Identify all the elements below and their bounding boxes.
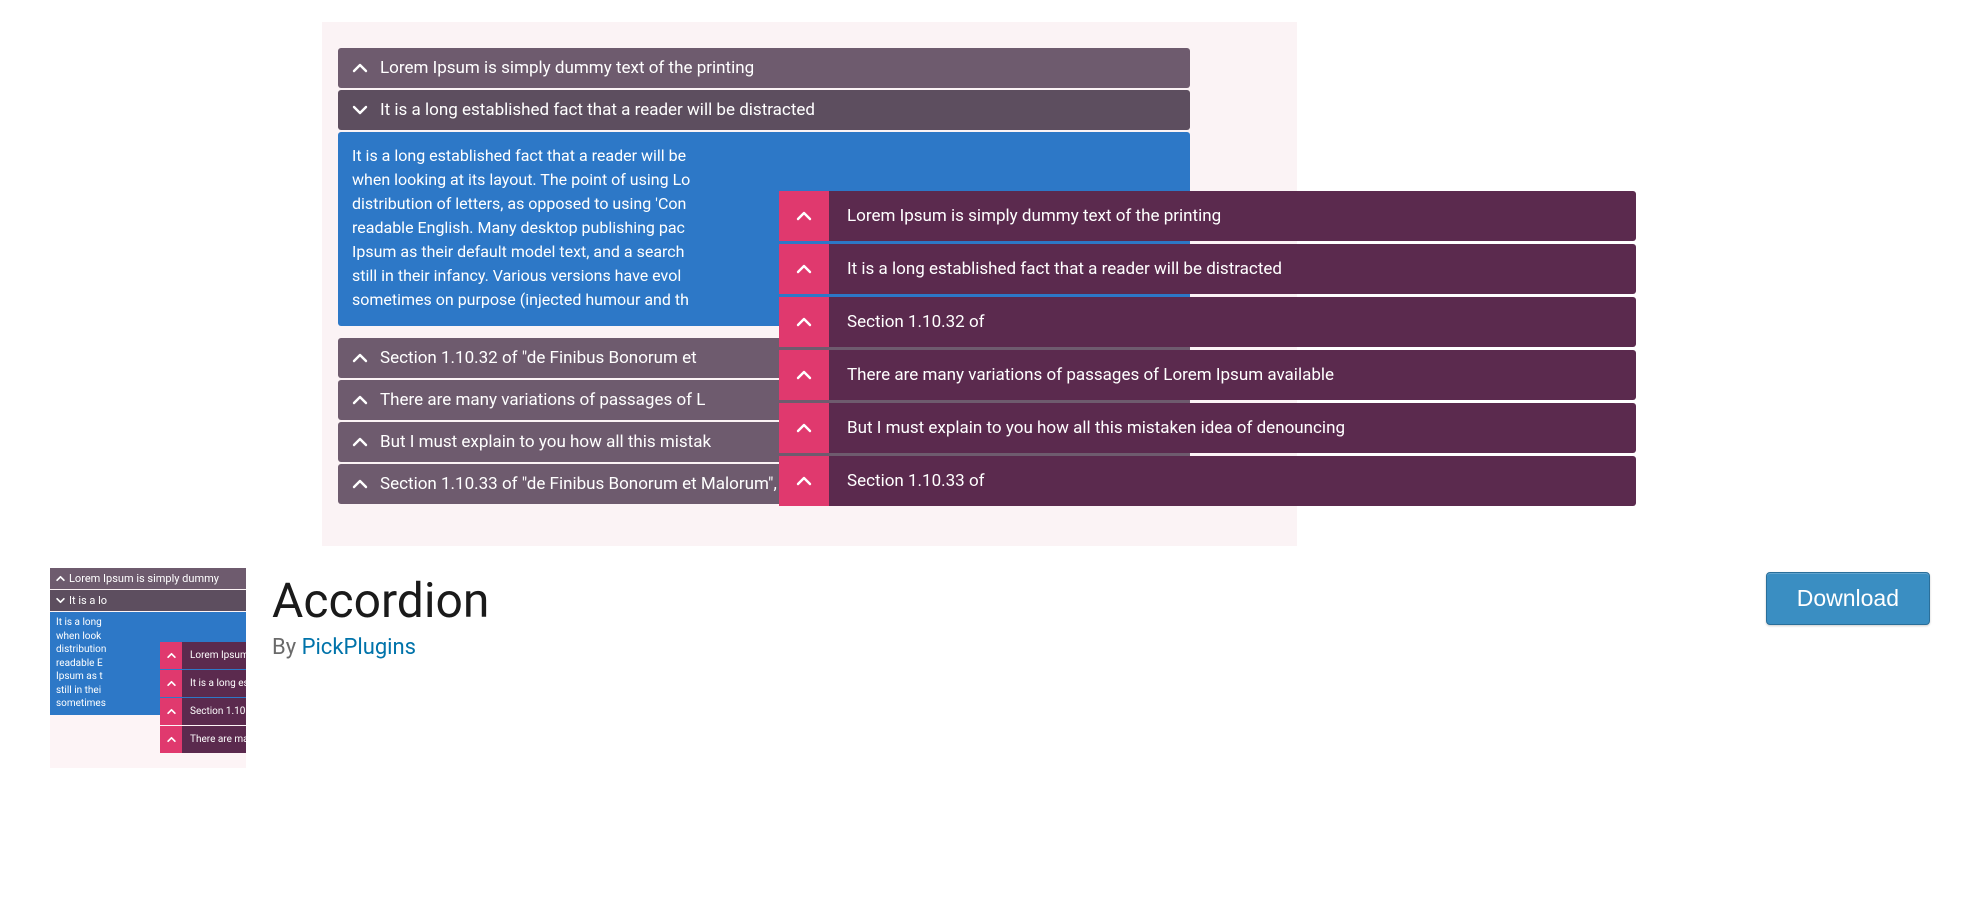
chevron-down-icon	[352, 102, 368, 118]
chevron-up-icon	[352, 392, 368, 408]
accordion-a-item[interactable]: It is a long established fact that a rea…	[338, 90, 1190, 130]
plugin-thumbnail: Lorem Ipsum is simply dummy It is a lo I…	[50, 568, 246, 768]
accordion-item-label: There are many variations of passages of…	[380, 390, 705, 410]
plugin-author-link[interactable]: PickPlugins	[302, 635, 416, 660]
thumb-label: Lorem Ipsum is	[182, 642, 246, 669]
thumb-label: It is a lo	[69, 594, 107, 607]
chevron-up-icon	[779, 456, 829, 506]
chevron-up-icon	[352, 60, 368, 76]
plugin-title: Accordion	[272, 572, 489, 629]
chevron-up-icon	[779, 191, 829, 241]
accordion-b-item[interactable]: Section 1.10.33 of	[779, 456, 1636, 506]
accordion-b-item[interactable]: Lorem Ipsum is simply dummy text of the …	[779, 191, 1636, 241]
by-prefix: By	[272, 635, 302, 660]
thumb-label: It is a long estab	[182, 670, 246, 697]
accordion-item-label: There are many variations of passages of…	[829, 350, 1636, 400]
plugin-banner: Lorem Ipsum is simply dummy text of the …	[322, 22, 1297, 546]
accordion-b-item[interactable]: There are many variations of passages of…	[779, 350, 1636, 400]
accordion-item-label: Section 1.10.32 of "de Finibus Bonorum e…	[380, 348, 697, 368]
accordion-item-label: It is a long established fact that a rea…	[829, 244, 1636, 294]
chevron-down-icon	[56, 596, 65, 605]
plugin-byline: By PickPlugins	[272, 635, 489, 660]
chevron-up-icon	[779, 244, 829, 294]
accordion-item-label: But I must explain to you how all this m…	[380, 432, 711, 452]
accordion-item-label: Section 1.10.32 of	[829, 297, 1636, 347]
thumb-label: Section 1.10.32	[182, 698, 246, 725]
chevron-up-icon	[56, 574, 65, 583]
thumb-b-row: Lorem Ipsum is	[160, 642, 246, 669]
thumb-row: Lorem Ipsum is simply dummy	[50, 568, 246, 589]
accordion-b-item[interactable]: It is a long established fact that a rea…	[779, 244, 1636, 294]
thumb-label: There are many	[182, 726, 246, 753]
thumb-row: It is a lo	[50, 590, 246, 611]
chevron-up-icon	[352, 350, 368, 366]
accordion-item-label: Lorem Ipsum is simply dummy text of the …	[829, 191, 1636, 241]
chevron-up-icon	[160, 726, 182, 753]
accordion-b-item[interactable]: But I must explain to you how all this m…	[779, 403, 1636, 453]
chevron-up-icon	[779, 297, 829, 347]
chevron-up-icon	[160, 670, 182, 697]
plugin-header-row: Lorem Ipsum is simply dummy It is a lo I…	[0, 568, 1980, 768]
accordion-b-item[interactable]: Section 1.10.32 of	[779, 297, 1636, 347]
download-button[interactable]: Download	[1766, 572, 1930, 625]
accordion-item-label: But I must explain to you how all this m…	[829, 403, 1636, 453]
thumb-b-row: It is a long estab	[160, 670, 246, 697]
chevron-up-icon	[160, 698, 182, 725]
chevron-up-icon	[160, 642, 182, 669]
accordion-style-b: Lorem Ipsum is simply dummy text of the …	[779, 191, 1636, 509]
thumb-b-row: There are many	[160, 726, 246, 753]
accordion-item-label: Section 1.10.33 of	[829, 456, 1636, 506]
accordion-item-label: Lorem Ipsum is simply dummy text of the …	[380, 58, 754, 78]
accordion-a-item[interactable]: Lorem Ipsum is simply dummy text of the …	[338, 48, 1190, 88]
chevron-up-icon	[779, 403, 829, 453]
plugin-title-block: Accordion By PickPlugins	[272, 568, 489, 660]
thumb-b-row: Section 1.10.32	[160, 698, 246, 725]
chevron-up-icon	[352, 476, 368, 492]
thumb-label: Lorem Ipsum is simply dummy	[69, 572, 219, 585]
chevron-up-icon	[352, 434, 368, 450]
accordion-item-label: It is a long established fact that a rea…	[380, 100, 815, 120]
chevron-up-icon	[779, 350, 829, 400]
